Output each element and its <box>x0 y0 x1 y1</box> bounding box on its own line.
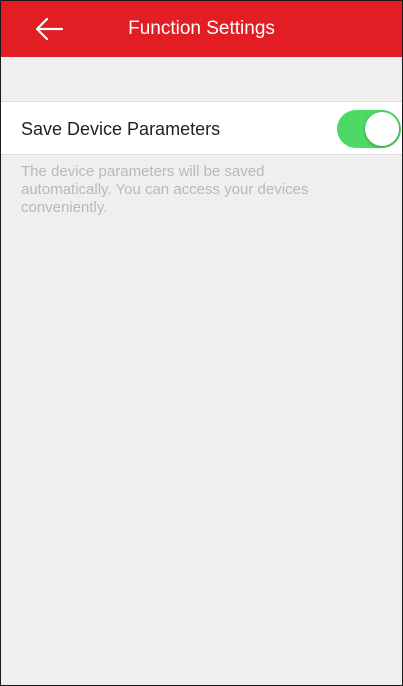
page-title: Function Settings <box>128 18 275 39</box>
app-screen: Function Settings Save Device Parameters… <box>0 0 403 686</box>
header-spacer <box>1 57 402 101</box>
save-device-parameters-row: Save Device Parameters <box>1 101 402 155</box>
toggle-knob <box>365 112 399 146</box>
save-device-parameters-toggle[interactable] <box>337 110 401 148</box>
app-header: Function Settings <box>1 1 402 57</box>
save-device-parameters-label: Save Device Parameters <box>21 119 221 139</box>
setting-description: The device parameters will be saved auto… <box>21 163 309 216</box>
